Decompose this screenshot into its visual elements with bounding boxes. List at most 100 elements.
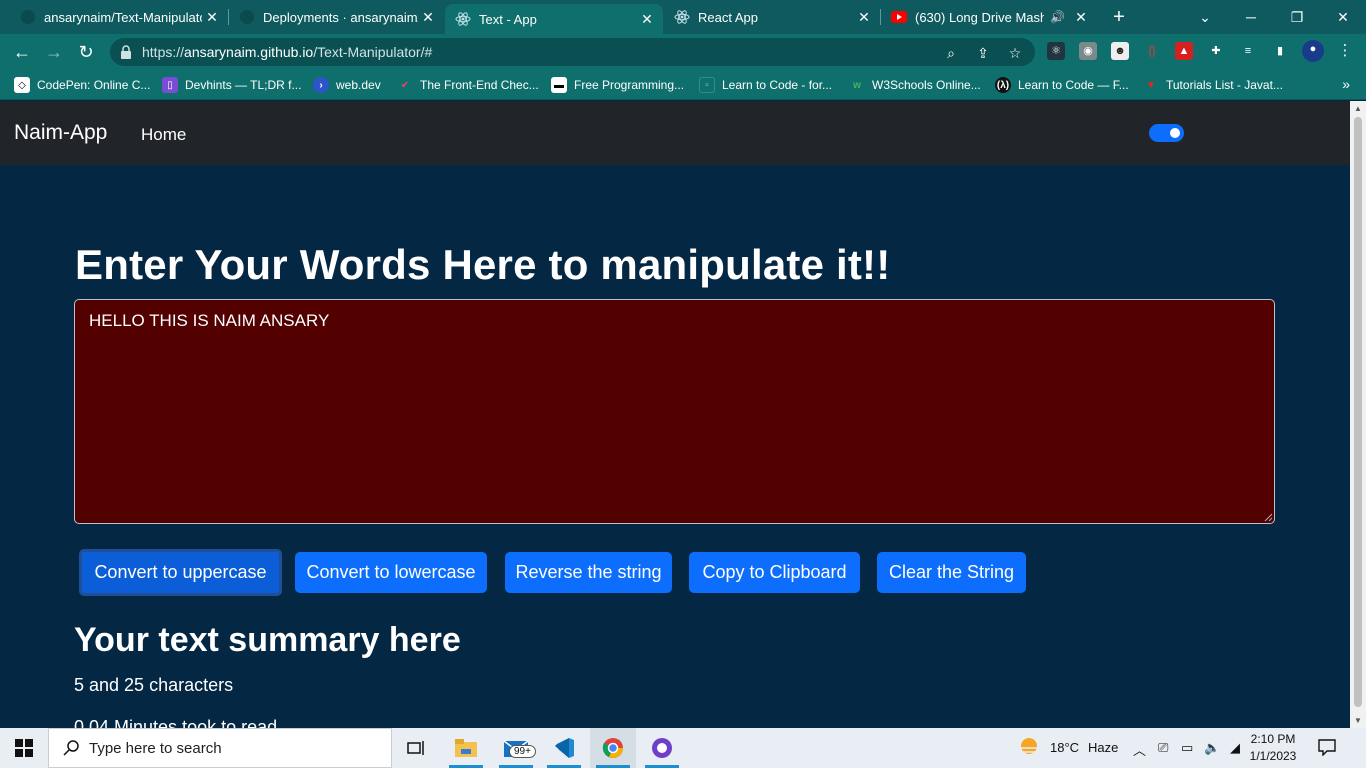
extensions-icon[interactable]: ✚ xyxy=(1207,42,1225,60)
bookmark-codepen[interactable]: ◇ CodePen: Online C... xyxy=(14,76,150,94)
lock-icon xyxy=(120,45,132,64)
tab-react-app[interactable]: React App ✕ xyxy=(664,0,880,34)
bookmark-free-programming[interactable]: ▬ Free Programming... xyxy=(551,76,684,94)
word-char-count: 5 and 25 characters xyxy=(74,675,234,695)
close-icon[interactable]: ✕ xyxy=(854,9,874,26)
page-icon: ▫ xyxy=(699,77,715,93)
bookmark-label: The Front-End Chec... xyxy=(420,78,539,92)
bookmark-learn-to-code[interactable]: ▫ Learn to Code - for... xyxy=(699,76,832,94)
close-icon[interactable]: ✕ xyxy=(1071,9,1091,26)
devhints-icon: ▯ xyxy=(162,77,178,93)
weather-temp[interactable]: 18°C xyxy=(1050,740,1079,755)
copy-button[interactable]: Copy to Clipboard xyxy=(689,552,860,593)
restore-button[interactable]: ❐ xyxy=(1274,0,1320,34)
close-icon[interactable]: ✕ xyxy=(637,11,657,28)
scroll-thumb[interactable] xyxy=(1354,117,1362,707)
tab-deployments[interactable]: Deployments · ansarynaim/Text-Manipulato… xyxy=(229,0,444,34)
share-icon[interactable]: ⇪ xyxy=(974,44,992,62)
clock-date: 1/1/2023 xyxy=(1249,749,1297,763)
brand-logo[interactable]: Naim-App xyxy=(14,121,107,145)
tab-youtube[interactable]: (630) Long Drive Mashup 🔊 ✕ xyxy=(881,0,1097,34)
scrollbar[interactable]: ▲ ▼ xyxy=(1350,101,1366,728)
side-panel-icon[interactable]: ▮ xyxy=(1271,42,1289,60)
close-icon[interactable]: ✕ xyxy=(418,9,438,26)
github-desktop-icon[interactable] xyxy=(639,728,685,768)
tab-title: React App xyxy=(698,9,758,25)
taskbar: Type here to search 18°C Haze ︿ ⎚ ▭ 🔈 ◢ … xyxy=(0,728,1366,768)
pdf-icon[interactable]: ▲ xyxy=(1175,42,1193,60)
checkmark-icon: ✔ xyxy=(400,79,410,91)
bookmark-star-icon[interactable]: ☆ xyxy=(1006,44,1024,62)
nav-home-link[interactable]: Home xyxy=(141,125,186,145)
clock[interactable]: 2:10 PM 1/1/2023 xyxy=(1247,731,1299,765)
profile-ext-icon[interactable]: ☻ xyxy=(1111,42,1129,60)
start-button[interactable] xyxy=(0,728,48,768)
new-tab-button[interactable]: + xyxy=(1108,6,1130,29)
wifi-icon[interactable]: ◢ xyxy=(1230,740,1240,756)
summary-title: Your text summary here xyxy=(74,621,461,659)
w3schools-icon: w xyxy=(853,79,861,91)
tab-strip: ansarynaim/Text-Manipulator ✕ Deployment… xyxy=(0,0,1366,34)
dark-mode-toggle[interactable] xyxy=(1149,124,1184,142)
battery-icon[interactable]: ▭ xyxy=(1181,740,1193,756)
close-window-button[interactable]: ✕ xyxy=(1320,0,1366,34)
tab-search-icon[interactable]: ⌄ xyxy=(1182,0,1228,34)
tab-text-app[interactable]: Text - App ✕ xyxy=(445,4,663,34)
bookmark-label: CodePen: Online C... xyxy=(37,78,151,92)
zoom-icon[interactable]: ⌕ xyxy=(942,44,960,62)
reload-icon[interactable]: ↻ xyxy=(74,41,98,63)
forward-icon[interactable]: → xyxy=(42,41,66,63)
page-viewport: Naim-App Home Enter Your Words Here to m… xyxy=(0,101,1350,728)
address-bar[interactable]: https://ansarynaim.github.io/Text-Manipu… xyxy=(110,38,1035,66)
chrome-icon[interactable] xyxy=(590,728,636,768)
bookmark-w3schools[interactable]: w W3Schools Online... xyxy=(849,76,981,94)
tray-chevron-up-icon[interactable]: ︿ xyxy=(1133,740,1146,759)
weather-haze-icon[interactable] xyxy=(1018,737,1040,762)
scroll-down-icon[interactable]: ▼ xyxy=(1354,716,1362,725)
tab-title: Deployments · ansarynaim/Text-Manipulato… xyxy=(263,9,418,25)
read-time: 0.04 Minutes took to read xyxy=(74,717,278,728)
vscode-icon[interactable] xyxy=(541,728,587,768)
taskbar-search[interactable]: Type here to search xyxy=(48,728,392,768)
speaker-icon[interactable]: 🔊 xyxy=(1050,10,1065,24)
resize-grip-icon[interactable] xyxy=(1264,513,1273,522)
uppercase-button[interactable]: Convert to uppercase xyxy=(79,549,282,596)
bookmark-label: Devhints — TL;DR f... xyxy=(185,78,302,92)
volume-icon[interactable]: 🔈 xyxy=(1204,740,1220,756)
avatar[interactable]: ● xyxy=(1302,40,1324,62)
weather-text[interactable]: Haze xyxy=(1088,740,1118,755)
camera-icon[interactable]: ◉ xyxy=(1079,42,1097,60)
minimize-button[interactable]: ─ xyxy=(1228,0,1274,34)
lowercase-button[interactable]: Convert to lowercase xyxy=(295,552,487,593)
bookmark-frontend-checklist[interactable]: ✔ The Front-End Chec... xyxy=(397,76,539,94)
react-icon xyxy=(674,9,690,25)
bookmark-label: W3Schools Online... xyxy=(872,78,981,92)
bookmark-javatpoint[interactable]: ▼ Tutorials List - Javat... xyxy=(1143,76,1283,94)
media-queue-icon[interactable]: ≡ xyxy=(1239,42,1257,60)
scroll-up-icon[interactable]: ▲ xyxy=(1354,104,1362,113)
task-view-icon[interactable] xyxy=(393,728,439,768)
close-icon[interactable]: ✕ xyxy=(202,9,222,26)
kebab-menu-icon[interactable]: ⋮ xyxy=(1336,42,1354,60)
github-icon xyxy=(20,9,36,25)
react-icon xyxy=(455,11,471,27)
bookmarks-more-icon[interactable]: » xyxy=(1342,76,1350,92)
clear-button[interactable]: Clear the String xyxy=(877,552,1026,593)
windows-icon xyxy=(15,739,33,757)
tab-github-repo[interactable]: ansarynaim/Text-Manipulator ✕ xyxy=(10,0,228,34)
search-icon xyxy=(63,740,79,756)
reverse-button[interactable]: Reverse the string xyxy=(505,552,672,593)
bookmark-label: Free Programming... xyxy=(574,78,685,92)
url-text[interactable]: https://ansarynaim.github.io/Text-Manipu… xyxy=(142,44,432,60)
bookmark-freecodecamp[interactable]: (λ) Learn to Code — F... xyxy=(995,76,1129,94)
meet-now-icon[interactable]: ⎚ xyxy=(1158,740,1168,756)
back-icon[interactable]: ← xyxy=(10,41,34,63)
bookmark-webdev[interactable]: › web.dev xyxy=(313,76,381,94)
bookmark-devhints[interactable]: ▯ Devhints — TL;DR f... xyxy=(162,76,301,94)
react-devtools-icon[interactable]: ⚛ xyxy=(1047,42,1065,60)
file-explorer-icon[interactable] xyxy=(443,728,489,768)
json-ext-icon[interactable]: {} xyxy=(1143,42,1161,60)
text-input[interactable] xyxy=(74,299,1275,524)
notification-icon[interactable] xyxy=(1318,738,1336,761)
tab-title: ansarynaim/Text-Manipulator xyxy=(44,9,202,25)
